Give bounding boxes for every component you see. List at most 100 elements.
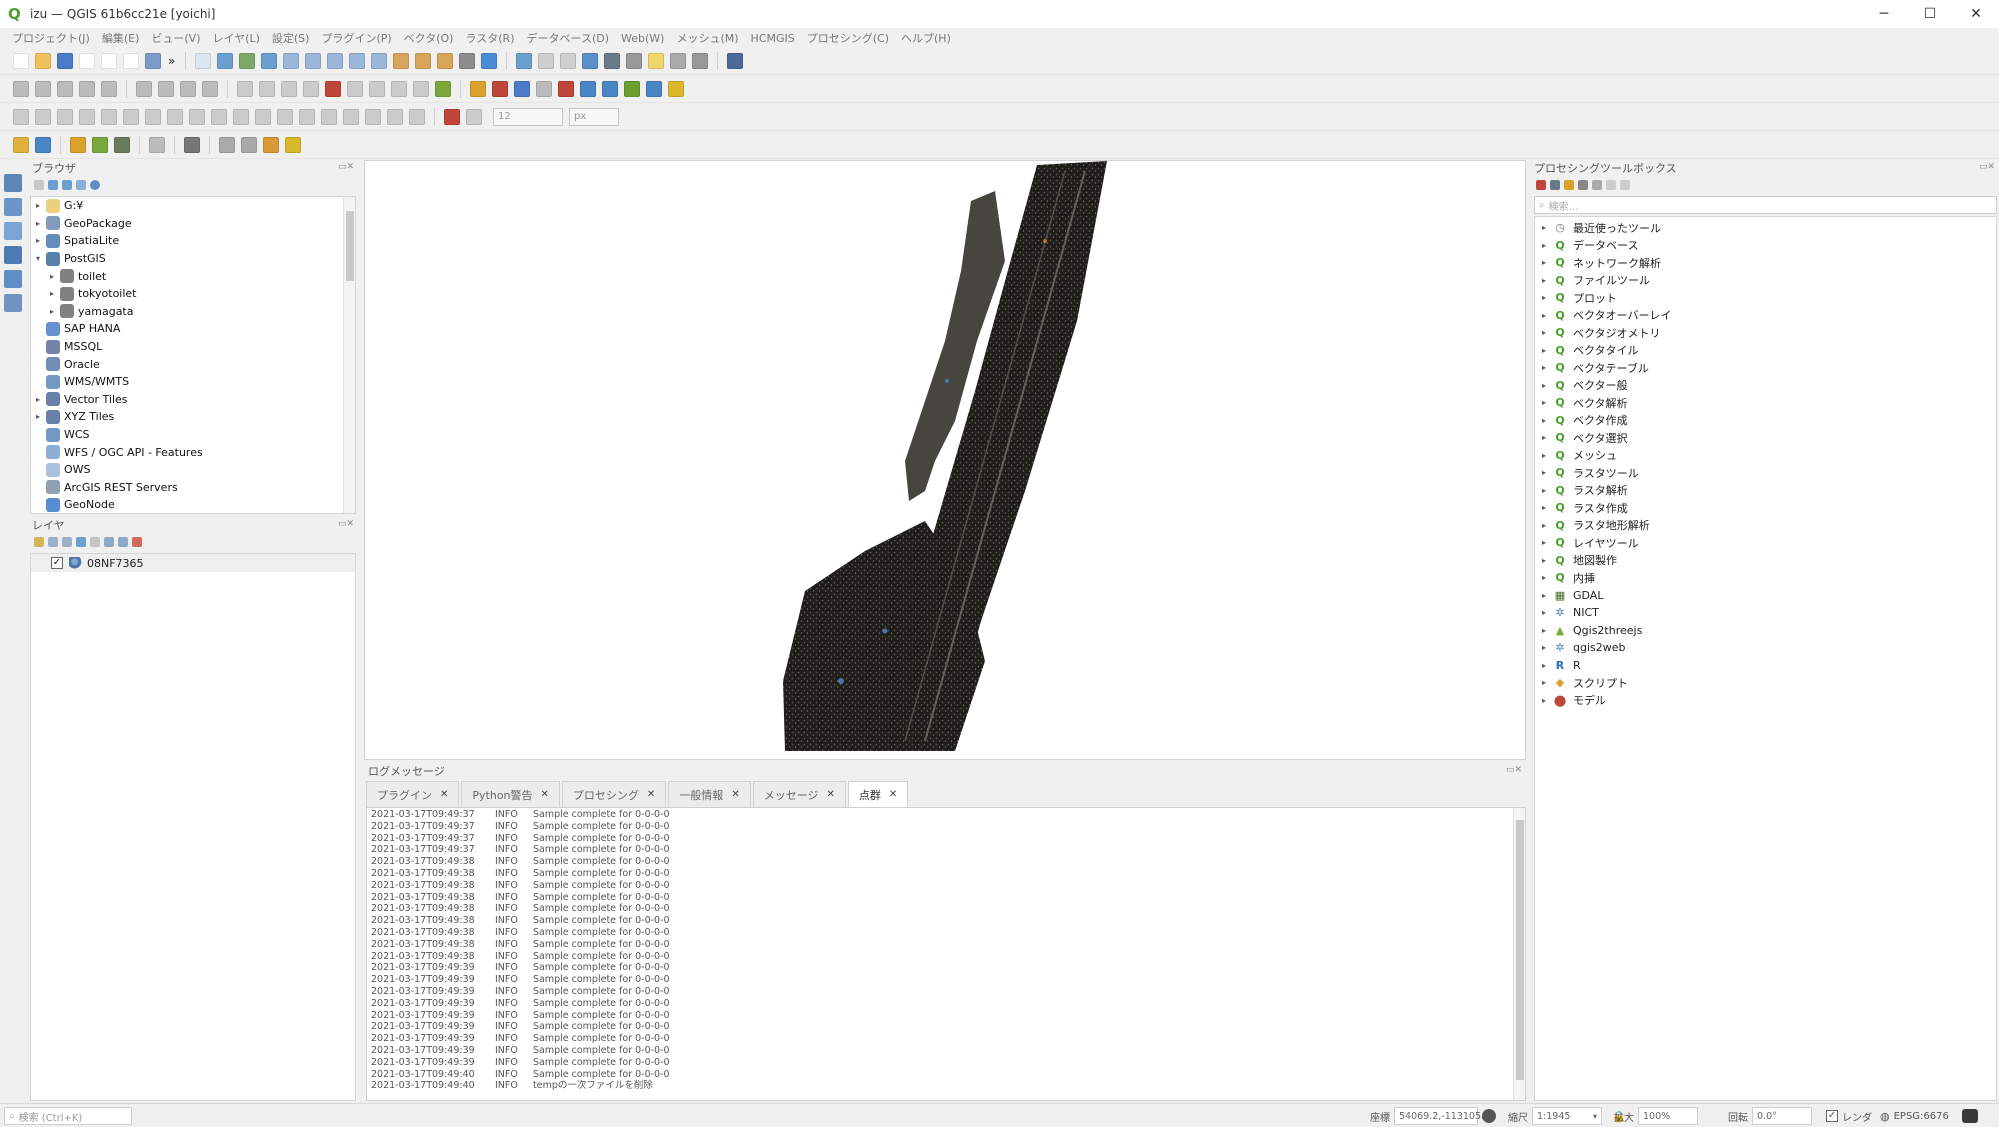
maximize-button[interactable]: ☐: [1907, 0, 1953, 28]
add-raster-layer-icon[interactable]: [4, 198, 22, 216]
toolbar-tool-icon[interactable]: [101, 80, 117, 97]
toolbar-tool-icon[interactable]: [13, 136, 29, 153]
map-canvas[interactable]: [364, 160, 1526, 760]
processing-group[interactable]: ▸ ✲ qgis2web: [1535, 639, 1996, 657]
toolbar-tool-icon[interactable]: [145, 108, 161, 125]
browser-item[interactable]: ArcGIS REST Servers: [31, 479, 355, 497]
log-tab[interactable]: メッセージ ✕: [752, 781, 846, 807]
toolbar-tool-icon[interactable]: [261, 53, 278, 69]
log-tab[interactable]: 点群 ✕: [847, 781, 909, 807]
toolbar-tool-icon[interactable]: [145, 53, 161, 69]
expand-all-icon[interactable]: [104, 537, 114, 547]
processing-group[interactable]: ▸ Q レイヤツール: [1535, 534, 1996, 552]
expand-arrow-icon[interactable]: ▸: [1535, 696, 1553, 705]
toolbar-tool-icon[interactable]: [79, 80, 95, 97]
toolbar-tool-icon[interactable]: [92, 136, 108, 153]
magnifier-field[interactable]: 100%: [1638, 1107, 1698, 1125]
expand-arrow-icon[interactable]: ▸: [1535, 556, 1553, 565]
edit-features-in-place-icon[interactable]: [1606, 180, 1616, 190]
expand-arrow-icon[interactable]: ▸: [1535, 626, 1553, 635]
toolbar-tool-icon[interactable]: [369, 80, 385, 97]
toolbar-tool-icon[interactable]: [299, 108, 315, 125]
processing-group[interactable]: ▸ Q ラスタ地形解析: [1535, 517, 1996, 535]
toolbar-tool-icon[interactable]: [387, 108, 403, 125]
toolbar-tool-icon[interactable]: [35, 80, 51, 97]
toolbar-tool-icon[interactable]: [692, 53, 709, 69]
toolbar-tool-icon[interactable]: [202, 80, 218, 97]
expand-arrow-icon[interactable]: ▸: [33, 395, 43, 404]
menu-item[interactable]: HCMGIS: [745, 32, 801, 45]
toolbar-tool-icon[interactable]: [413, 80, 429, 97]
locator-search-input[interactable]: ⌕ 検索 (Ctrl+K): [4, 1107, 132, 1125]
menu-item[interactable]: ビュー(V): [145, 30, 206, 46]
expand-arrow-icon[interactable]: ▸: [1535, 381, 1553, 390]
toolbar-tool-icon[interactable]: [305, 53, 322, 69]
toolbar-tool-icon[interactable]: [167, 108, 183, 125]
toolbar-tool-icon[interactable]: [35, 53, 51, 69]
toolbar-tool-icon[interactable]: [444, 108, 460, 125]
expand-arrow-icon[interactable]: ▸: [1535, 521, 1553, 530]
menu-item[interactable]: 編集(E): [96, 30, 146, 46]
processing-search-input[interactable]: ⌕ 検索...: [1534, 196, 1997, 214]
toolbar-tool-icon[interactable]: [233, 108, 249, 125]
collapse-all-icon[interactable]: [118, 537, 128, 547]
expand-arrow-icon[interactable]: ▸: [1535, 363, 1553, 372]
toolbar-tool-icon[interactable]: [239, 53, 256, 69]
toolbar-tool-icon[interactable]: [149, 136, 165, 153]
processing-group[interactable]: ▸ Q プロット: [1535, 289, 1996, 307]
toolbar-tool-icon[interactable]: [602, 80, 618, 97]
toolbar-tool-icon[interactable]: [13, 80, 29, 97]
expand-arrow-icon[interactable]: ▸: [33, 236, 43, 245]
browser-item[interactable]: ▸ Vector Tiles: [31, 391, 355, 409]
menu-item[interactable]: プロセシング(C): [801, 30, 895, 46]
toolbar-tool-icon[interactable]: [13, 108, 29, 125]
expand-arrow-icon[interactable]: ▸: [1535, 328, 1553, 337]
expand-arrow-icon[interactable]: ▸: [1535, 258, 1553, 267]
toolbar-tool-icon[interactable]: [123, 53, 139, 69]
browser-item[interactable]: ▸ tokyotoilet: [31, 285, 355, 303]
scale-field[interactable]: 1:1945 ▾: [1532, 1107, 1602, 1125]
toolbar-tool-icon[interactable]: [343, 108, 359, 125]
toolbar-tool-icon[interactable]: [237, 80, 253, 97]
toolbar-tool-icon[interactable]: [263, 136, 279, 153]
python-icon[interactable]: [1564, 180, 1574, 190]
toolbar-tool-icon[interactable]: [437, 53, 454, 69]
snapping-tolerance-input[interactable]: 12: [493, 107, 563, 126]
browser-item[interactable]: Oracle: [31, 355, 355, 373]
toolbar-tool-icon[interactable]: [558, 80, 574, 97]
close-button[interactable]: ✕: [1953, 0, 1999, 28]
expand-arrow-icon[interactable]: ▸: [1535, 346, 1553, 355]
minimize-button[interactable]: ─: [1861, 0, 1907, 28]
log-scrollbar[interactable]: [1513, 808, 1525, 1100]
toolbar-tool-icon[interactable]: [241, 136, 257, 153]
toolbar-tool-icon[interactable]: [481, 53, 498, 69]
close-tab-icon[interactable]: ✕: [826, 789, 834, 800]
processing-group[interactable]: ▸ ✲ NICT: [1535, 604, 1996, 622]
collapse-all-icon[interactable]: [76, 180, 86, 190]
toolbar-tool-icon[interactable]: [470, 80, 486, 97]
processing-group[interactable]: ▸ Q ベクタ作成: [1535, 412, 1996, 430]
toolbar-tool-icon[interactable]: [13, 53, 29, 69]
crs-globe-icon[interactable]: ◍: [1880, 1110, 1890, 1123]
filter-icon[interactable]: [62, 180, 72, 190]
toolbar-tool-icon[interactable]: [259, 80, 275, 97]
toolbar-tool-icon[interactable]: [101, 53, 117, 69]
toolbar-tool-icon[interactable]: [349, 53, 366, 69]
processing-group[interactable]: ▸ Q ベクタタイル: [1535, 342, 1996, 360]
filter-expression-icon[interactable]: [90, 537, 100, 547]
toolbar-tool-icon[interactable]: [516, 53, 533, 69]
expand-arrow-icon[interactable]: ▸: [1535, 538, 1553, 547]
expand-arrow-icon[interactable]: ▸: [47, 307, 57, 316]
toolbar-tool-icon[interactable]: [536, 80, 552, 97]
toolbar-tool-icon[interactable]: [35, 108, 51, 125]
remove-layer-icon[interactable]: [132, 537, 142, 547]
browser-item[interactable]: OWS: [31, 461, 355, 479]
expand-arrow-icon[interactable]: ▸: [33, 201, 43, 210]
manage-themes-icon[interactable]: [62, 537, 72, 547]
toolbar-tool-icon[interactable]: [158, 80, 174, 97]
menu-item[interactable]: データベース(D): [521, 30, 616, 46]
browser-item[interactable]: WMS/WMTS: [31, 373, 355, 391]
toolbar-tool-icon[interactable]: [347, 80, 363, 97]
log-scrollbar-thumb[interactable]: [1516, 820, 1524, 1080]
add-delimited-text-icon[interactable]: [4, 222, 22, 240]
